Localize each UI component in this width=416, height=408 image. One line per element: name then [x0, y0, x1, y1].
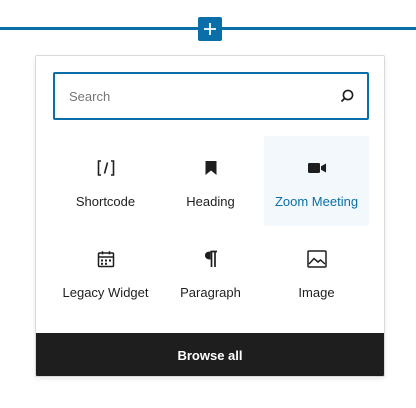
editor-canvas: Shortcode Heading Zoo — [0, 0, 416, 408]
block-item-shortcode[interactable]: Shortcode — [53, 136, 158, 226]
block-item-zoom-meeting[interactable]: Zoom Meeting — [264, 136, 369, 226]
search-icon — [340, 89, 354, 103]
block-inserter-popover: Shortcode Heading Zoo — [35, 55, 385, 377]
block-item-label: Zoom Meeting — [274, 194, 359, 209]
plus-icon — [204, 23, 216, 35]
browse-all-button[interactable]: Browse all — [36, 333, 384, 376]
browse-all-label: Browse all — [177, 347, 243, 363]
search-input[interactable] — [55, 74, 327, 118]
calendar-widget-icon — [94, 248, 118, 270]
search-field[interactable] — [53, 72, 369, 120]
block-item-label: Shortcode — [75, 194, 136, 209]
search-button[interactable] — [327, 74, 367, 118]
video-camera-icon — [305, 157, 329, 179]
block-item-label: Image — [298, 285, 335, 300]
image-icon — [305, 248, 329, 270]
block-item-image[interactable]: Image — [264, 227, 369, 317]
block-inserter-toggle-button[interactable] — [198, 17, 222, 41]
block-item-heading[interactable]: Heading — [158, 136, 263, 226]
block-item-label: Legacy Widget — [62, 285, 149, 300]
bookmark-icon — [199, 157, 223, 179]
shortcode-icon — [94, 157, 118, 179]
block-item-legacy-widget[interactable]: Legacy Widget — [53, 227, 158, 317]
block-item-label: Heading — [186, 194, 235, 209]
pilcrow-icon — [199, 248, 223, 270]
block-item-paragraph[interactable]: Paragraph — [158, 227, 263, 317]
block-item-label: Paragraph — [180, 285, 241, 300]
